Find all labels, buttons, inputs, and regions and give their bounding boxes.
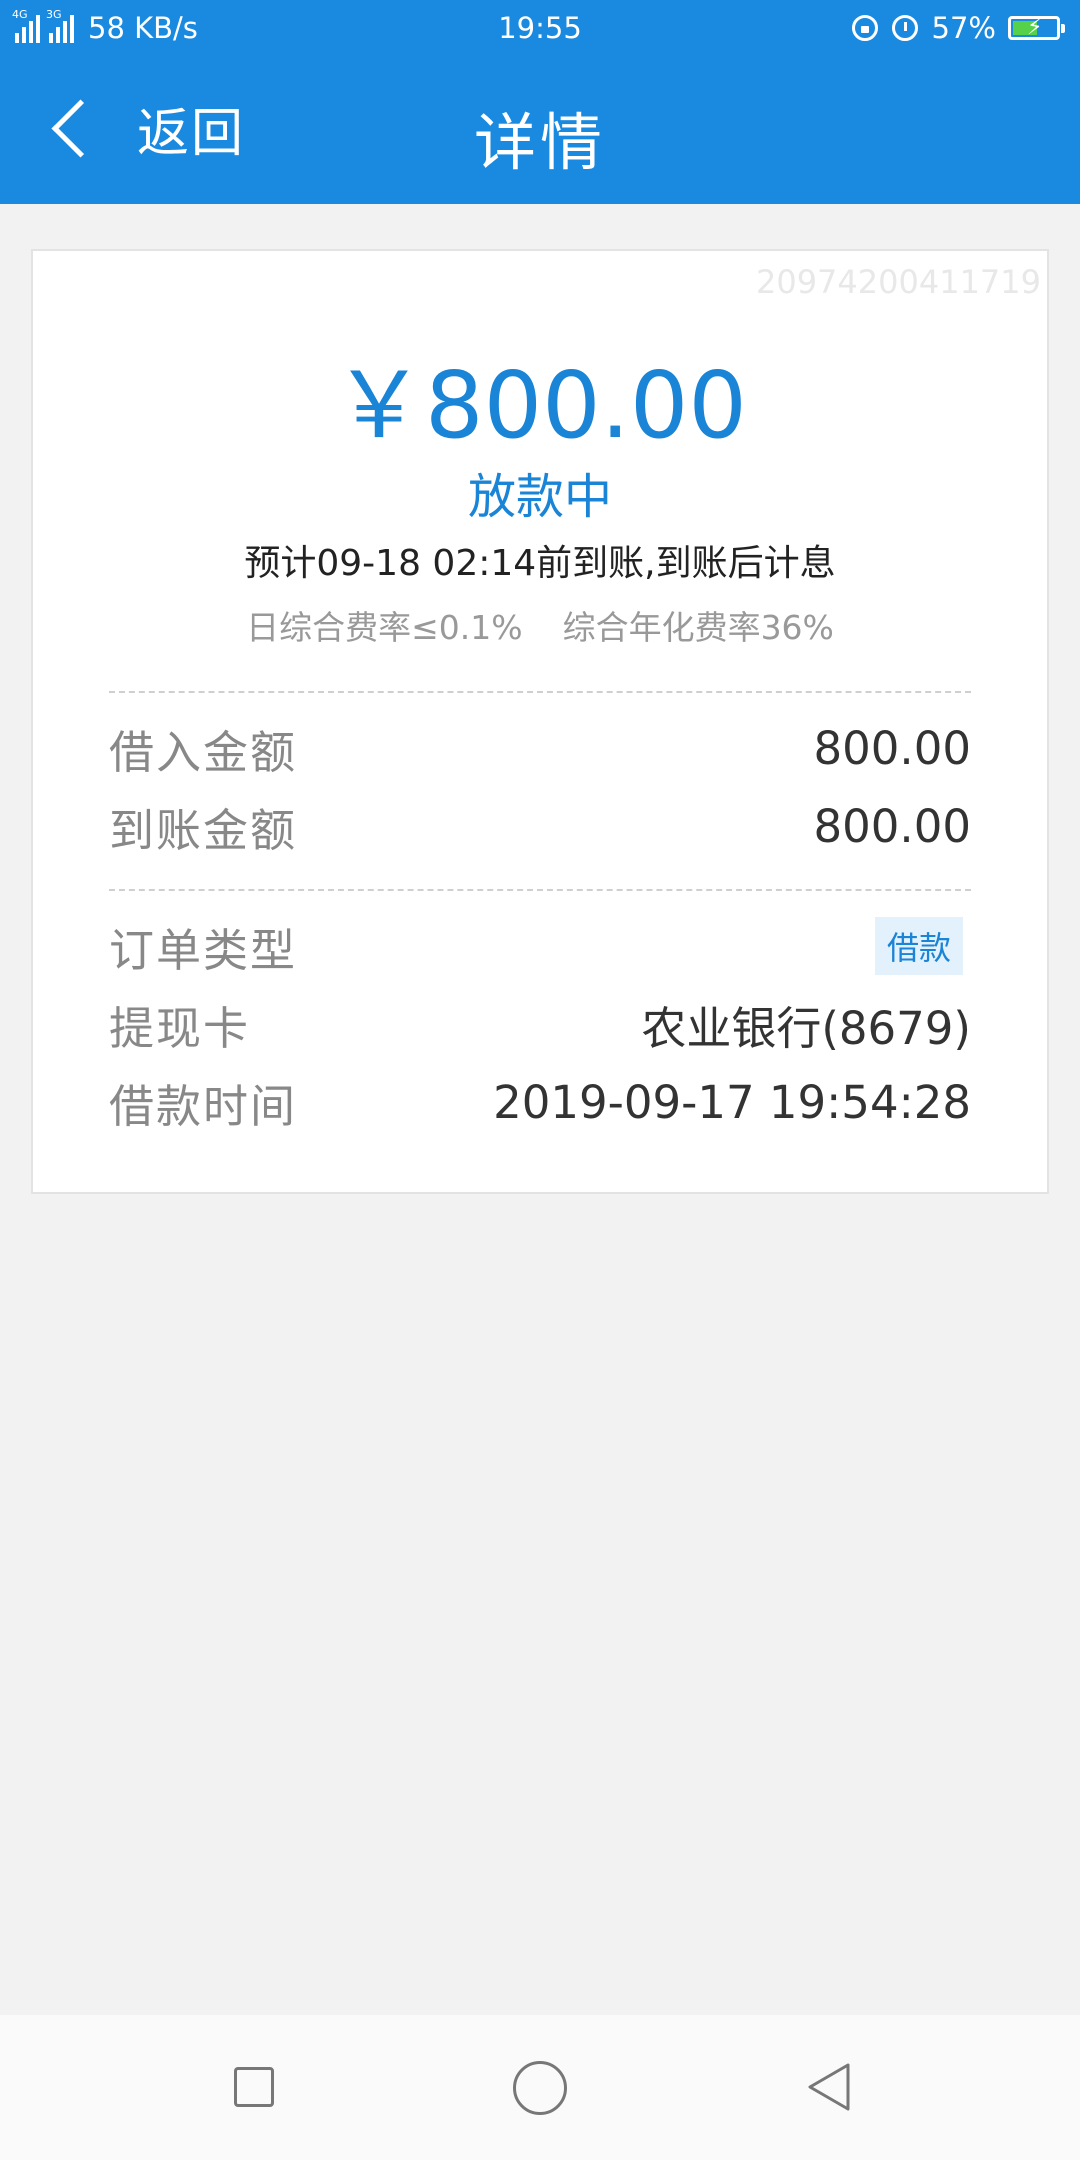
time-label: 借款时间 [109, 1079, 298, 1133]
status-right: 57% ⚡ [851, 0, 1065, 56]
order-type-badge: 借款 [874, 917, 963, 975]
fee-rates: 日综合费率≤0.1% 综合年化费率36% [33, 601, 1047, 649]
order-number: 20974200411719 [755, 263, 1041, 301]
battery-icon: ⚡ [1008, 16, 1065, 40]
card-label: 提现卡 [109, 1001, 251, 1055]
time-value: 2019-09-17 19:54:28 [493, 1075, 971, 1129]
detail-row-card: 提现卡 农业银行(8679) [109, 994, 971, 1055]
borrowed-label: 借入金额 [109, 725, 298, 779]
home-icon[interactable] [513, 2061, 567, 2115]
divider [109, 691, 971, 693]
loan-detail-card: 20974200411719 ￥800.00 放款中 预计09-18 02:14… [31, 249, 1049, 1194]
annual-rate: 综合年化费率36% [562, 608, 834, 647]
daily-rate: 日综合费率≤0.1% [246, 608, 523, 647]
header-nav: 返回 详情 [0, 56, 1080, 204]
detail-row-order-type: 订单类型 借款 [109, 916, 971, 977]
page-title: 详情 [473, 106, 606, 179]
rotation-lock-icon [851, 15, 878, 41]
arrival-estimate: 预计09-18 02:14前到账,到账后计息 [244, 543, 836, 584]
card-value: 农业银行(8679) [641, 1001, 971, 1055]
loan-amount: ￥800.00 [333, 352, 747, 459]
loan-status: 放款中 [467, 469, 612, 525]
detail-row-borrowed: 借入金额 800.00 [109, 718, 971, 779]
detail-row-received: 到账金额 800.00 [109, 796, 971, 857]
divider [109, 889, 971, 891]
recent-apps-icon[interactable] [234, 2067, 274, 2107]
alarm-icon [891, 15, 918, 41]
borrowed-value: 800.00 [813, 721, 971, 775]
top-bar: 4G 3G 58 KB/s 19:55 57% ⚡ 返回 详情 [0, 0, 1080, 204]
status-bar: 4G 3G 58 KB/s 19:55 57% ⚡ [0, 0, 1080, 56]
system-nav-bar [0, 2015, 1080, 2160]
battery-percent: 57% [931, 11, 996, 45]
received-value: 800.00 [813, 799, 971, 853]
detail-row-time: 借款时间 2019-09-17 19:54:28 [109, 1072, 971, 1133]
received-label: 到账金额 [109, 803, 298, 857]
order-type-label: 订单类型 [109, 923, 298, 977]
back-icon[interactable] [804, 2061, 854, 2113]
